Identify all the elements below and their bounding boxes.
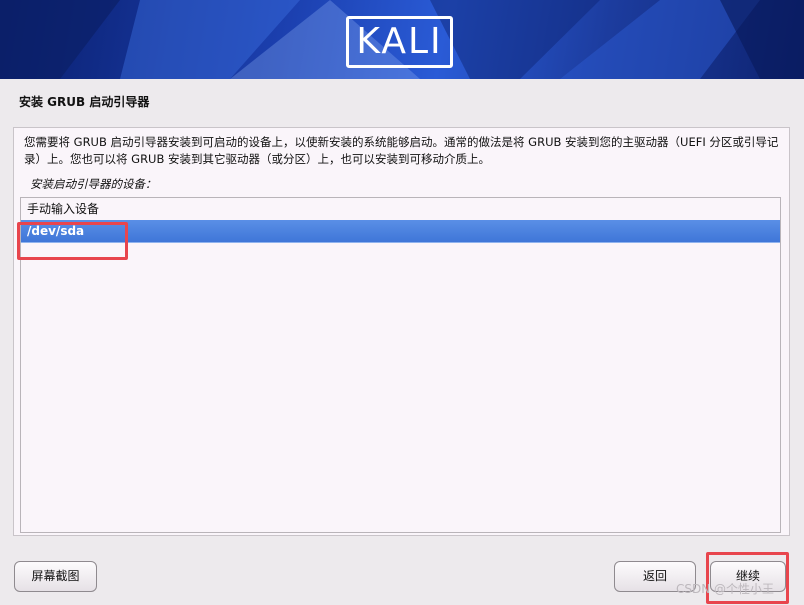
- watermark: CSDN @个性小王: [676, 582, 775, 596]
- kali-banner: KALI: [0, 0, 804, 79]
- page-title: 安装 GRUB 启动引导器: [19, 95, 150, 109]
- kali-logo: KALI: [346, 16, 453, 68]
- list-item-manual-entry[interactable]: 手动输入设备: [21, 198, 780, 220]
- content-panel: 您需要将 GRUB 启动引导器安装到可启动的设备上，以使新安装的系统能够启动。通…: [13, 127, 790, 536]
- device-list-label: 安装启动引导器的设备：: [30, 177, 157, 191]
- screenshot-button[interactable]: 屏幕截图: [14, 561, 97, 592]
- list-item-dev-sda[interactable]: /dev/sda: [21, 220, 780, 243]
- description-text: 您需要将 GRUB 启动引导器安装到可启动的设备上，以使新安装的系统能够启动。通…: [24, 135, 779, 166]
- device-list[interactable]: 手动输入设备 /dev/sda: [20, 197, 781, 533]
